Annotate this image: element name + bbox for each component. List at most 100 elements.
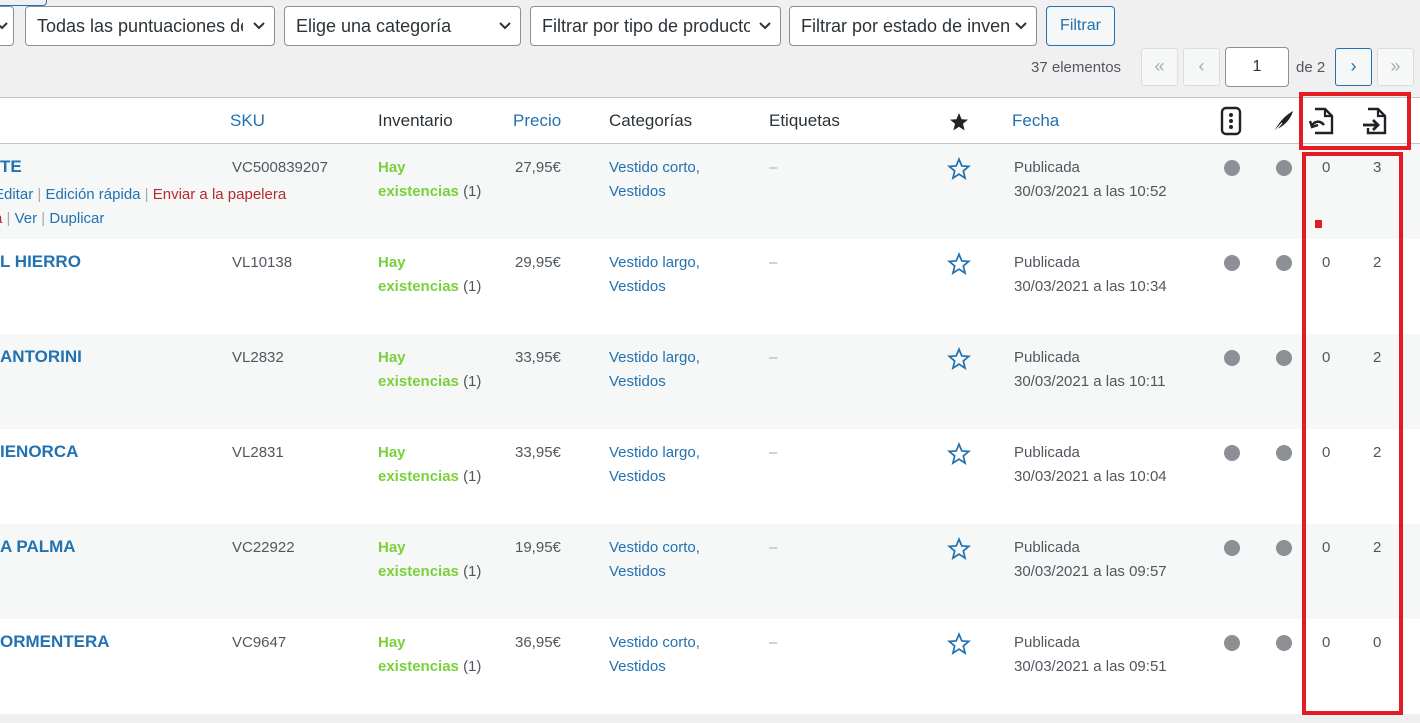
date-cell: Publicada 30/03/2021 a las 09:51 <box>1014 634 1167 675</box>
table-row: IENORCA VL2831 Hay existencias (1) 33,95€… <box>0 429 1420 524</box>
sku-cell: VC22922 <box>232 539 295 556</box>
filter-button[interactable]: Filtrar <box>1046 6 1115 46</box>
stock-cell: Hay existencias (1) <box>378 634 482 675</box>
status-dot <box>1224 540 1240 556</box>
categories-cell[interactable]: Vestido corto, Vestidos <box>609 631 700 679</box>
sku-cell: VC9647 <box>232 634 287 651</box>
column-price[interactable]: Precio <box>513 111 561 131</box>
stock-cell: Hay existencias (1) <box>378 159 482 200</box>
highlight-mark <box>1315 220 1322 228</box>
tags-cell: – <box>769 349 778 366</box>
total-pages-label: de 2 <box>1296 59 1326 76</box>
status-dot <box>1224 445 1240 461</box>
view-link[interactable]: Ver <box>15 210 38 227</box>
categories-cell[interactable]: Vestido corto, Vestidos <box>609 536 700 584</box>
price-cell: 36,95€ <box>515 634 561 651</box>
product-title[interactable]: ANTORINI <box>0 345 82 369</box>
tags-cell: – <box>769 254 778 271</box>
product-title[interactable]: TE <box>0 155 22 179</box>
chevron-down-icon <box>1015 22 1027 30</box>
star-outline-icon[interactable] <box>946 441 972 467</box>
prev-page-button[interactable]: ‹ <box>1183 48 1220 86</box>
stock-status-filter-select[interactable]: Filtrar por estado de inventario <box>789 6 1037 46</box>
product-title[interactable]: L HIERRO <box>0 250 81 274</box>
tags-cell: – <box>769 634 778 651</box>
table-row: ORMENTERA VC9647 Hay existencias (1) 36,9… <box>0 619 1420 714</box>
feather-icon <box>1272 111 1293 134</box>
stock-cell: Hay existencias (1) <box>378 539 482 580</box>
star-outline-icon[interactable] <box>946 156 972 182</box>
current-page-input[interactable]: 1 <box>1225 47 1289 87</box>
tags-cell: – <box>769 159 778 176</box>
price-cell: 33,95€ <box>515 444 561 461</box>
products-table: SKU Inventario Precio Categorías Etiquet… <box>0 97 1420 714</box>
status-dot <box>1276 540 1292 556</box>
trash-link[interactable]: Enviar a la papelera <box>153 186 286 203</box>
product-title[interactable]: A PALMA <box>0 535 76 559</box>
rating-filter-value: Todas las puntuaciones de <box>37 16 243 36</box>
date-cell: Publicada 30/03/2021 a las 10:34 <box>1014 254 1167 295</box>
sku-cell: VL2831 <box>232 444 284 461</box>
chevron-down-icon <box>499 22 511 30</box>
items-count: 37 elementos <box>1031 59 1122 76</box>
row-actions-2: a | Ver | Duplicar <box>0 210 105 227</box>
column-date[interactable]: Fecha <box>1012 111 1059 131</box>
price-cell: 29,95€ <box>515 254 561 271</box>
next-page-button[interactable]: › <box>1335 48 1372 86</box>
stock-cell: Hay existencias (1) <box>378 254 482 295</box>
stock-cell: Hay existencias (1) <box>378 349 482 390</box>
category-filter-value: Elige una categoría <box>296 16 452 36</box>
categories-cell[interactable]: Vestido largo, Vestidos <box>609 346 700 394</box>
status-dot <box>1224 160 1240 176</box>
product-type-filter-select[interactable]: Filtrar por tipo de producto <box>530 6 781 46</box>
status-dot <box>1276 635 1292 651</box>
product-title[interactable]: IENORCA <box>0 440 78 464</box>
table-row: L HIERRO VL10138 Hay existencias (1) 29,9… <box>0 239 1420 334</box>
star-outline-icon[interactable] <box>946 346 972 372</box>
phone-icon <box>1220 106 1242 136</box>
column-stock: Inventario <box>378 111 453 130</box>
chevron-down-icon <box>0 22 8 30</box>
categories-cell[interactable]: Vestido largo, Vestidos <box>609 251 700 299</box>
column-sku[interactable]: SKU <box>230 111 265 131</box>
star-outline-icon[interactable] <box>946 251 972 277</box>
first-page-button[interactable]: « <box>1141 48 1178 86</box>
categories-cell[interactable]: Vestido corto, Vestidos <box>609 156 700 204</box>
star-filled-icon[interactable] <box>947 110 971 134</box>
date-cell: Publicada 30/03/2021 a las 10:11 <box>1014 349 1166 390</box>
categories-cell[interactable]: Vestido largo, Vestidos <box>609 441 700 489</box>
status-dot <box>1224 350 1240 366</box>
chevron-down-icon <box>759 22 771 30</box>
status-dot <box>1276 160 1292 176</box>
star-outline-icon[interactable] <box>946 536 972 562</box>
prev-filter-select[interactable] <box>0 6 14 46</box>
stock-status-filter-value: Filtrar por estado de inventario <box>801 16 1009 36</box>
highlight-box-header <box>1299 92 1411 150</box>
last-page-button[interactable]: » <box>1377 48 1414 86</box>
product-title[interactable]: ORMENTERA <box>0 630 110 654</box>
sku-cell: VL2832 <box>232 349 284 366</box>
status-dot <box>1224 255 1240 271</box>
status-dot <box>1276 350 1292 366</box>
quick-edit-link[interactable]: Edición rápida <box>45 186 140 203</box>
column-categories: Categorías <box>609 111 693 130</box>
date-cell: Publicada 30/03/2021 a las 09:57 <box>1014 539 1167 580</box>
table-row: ANTORINI VL2832 Hay existencias (1) 33,95… <box>0 334 1420 429</box>
table-row: TE Editar | Edición rápida | Enviar a la… <box>0 144 1420 239</box>
edit-link[interactable]: Editar <box>0 186 33 203</box>
status-dot <box>1276 445 1292 461</box>
star-outline-icon[interactable] <box>946 631 972 657</box>
rating-filter-select[interactable]: Todas las puntuaciones de <box>25 6 275 46</box>
duplicate-link[interactable]: Duplicar <box>49 210 104 227</box>
table-header: SKU Inventario Precio Categorías Etiquet… <box>0 97 1420 144</box>
status-dot <box>1276 255 1292 271</box>
stock-cell: Hay existencias (1) <box>378 444 482 485</box>
price-cell: 33,95€ <box>515 349 561 366</box>
sku-cell: VL10138 <box>232 254 293 271</box>
tags-cell: – <box>769 444 778 461</box>
sku-cell: VC500839207 <box>232 159 328 176</box>
chevron-down-icon <box>253 22 265 30</box>
status-dot <box>1224 635 1240 651</box>
row-actions: Editar | Edición rápida | Enviar a la pa… <box>0 183 286 207</box>
category-filter-select[interactable]: Elige una categoría <box>284 6 521 46</box>
